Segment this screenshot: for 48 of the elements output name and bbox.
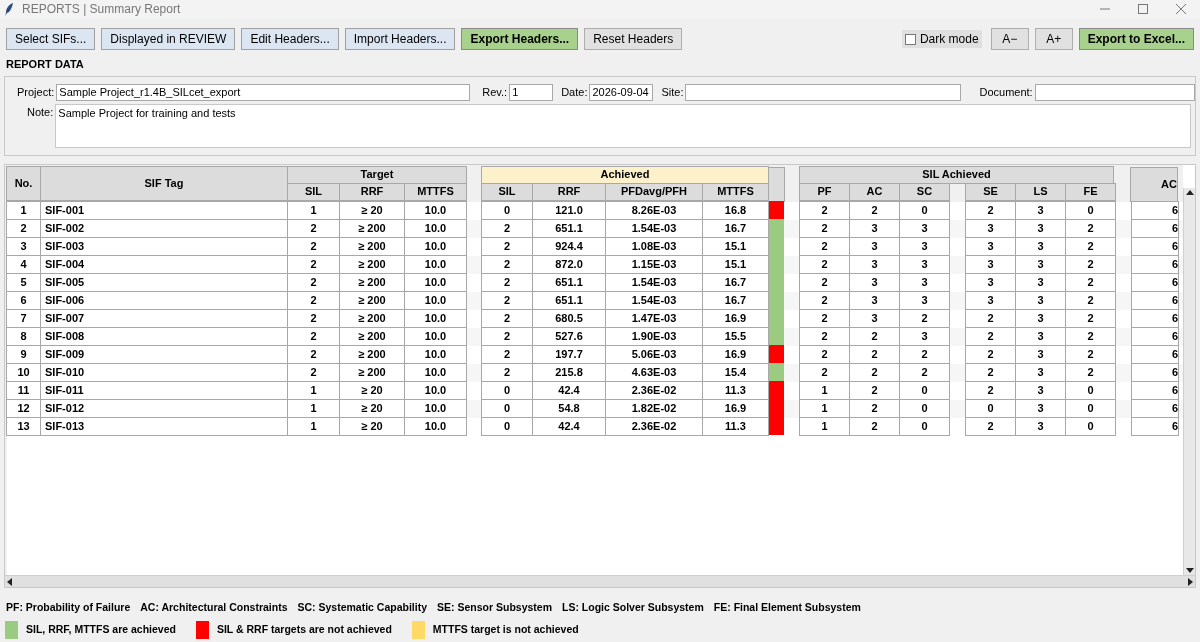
toolbar-button[interactable]: A+ <box>1034 28 1073 50</box>
toolbar-button[interactable]: Import Headers... <box>344 28 456 50</box>
column-header: Target <box>287 165 467 184</box>
scroll-up-icon[interactable] <box>1185 189 1194 195</box>
field-label: Site: <box>661 84 684 100</box>
field-label: Date: <box>561 84 588 100</box>
section-title: REPORT DATA <box>5 57 85 72</box>
vertical-scrollbar[interactable] <box>1183 187 1195 576</box>
feather-icon <box>4 2 14 16</box>
abbreviation-text: PF: Probability of Failure <box>6 600 131 616</box>
scroll-right-icon[interactable] <box>1188 577 1193 586</box>
field-label: Document: <box>979 84 1033 100</box>
toolbar-button[interactable]: Export to Excel... <box>1078 28 1194 50</box>
text-field[interactable] <box>1034 83 1195 101</box>
field-label: Rev.: <box>482 84 508 100</box>
note-field[interactable]: Sample Project for training and tests <box>55 103 1191 148</box>
horizontal-scrollbar[interactable] <box>5 575 1195 588</box>
column-header: No. <box>6 165 41 201</box>
abbreviation-text: AC: Architectural Constraints <box>140 600 288 616</box>
toolbar-button[interactable]: Export Headers... <box>461 28 579 50</box>
dark-mode-checkbox[interactable]: Dark mode <box>901 30 982 48</box>
column-header <box>768 166 785 202</box>
legend-label: SIL, RRF, MTTFS are achieved <box>26 622 176 638</box>
text-field[interactable] <box>685 83 962 101</box>
column-header: Achieved <box>481 165 769 184</box>
legend-label: SIL & RRF targets are not achieved <box>216 622 392 638</box>
legend-label: MTTFS target is not achieved <box>432 622 579 638</box>
field-label: Project: <box>17 84 55 100</box>
maximize-icon[interactable] <box>1138 4 1148 14</box>
toolbar-button[interactable]: Displayed in REVIEW <box>101 28 236 50</box>
toolbar-button[interactable]: Edit Headers... <box>241 28 339 50</box>
toolbar-button[interactable]: Reset Headers <box>584 28 683 50</box>
abbreviation-text: SC: Systematic Capability <box>297 600 428 616</box>
close-icon[interactable] <box>1176 4 1186 14</box>
column-header: SIF Tag <box>40 165 288 201</box>
window-title: REPORTS | Summary Report <box>22 1 181 18</box>
abbreviation-text: FE: Final Element Subsystem <box>713 600 861 616</box>
text-field[interactable]: 1 <box>509 83 554 101</box>
column-header: SIL Achieved <box>799 165 1114 184</box>
abbreviation-text: SE: Sensor Subsystem <box>437 600 552 616</box>
toolbar-button[interactable]: Select SIFs... <box>6 28 96 50</box>
text-field[interactable]: Sample Project_r1.4B_SILcet_export <box>56 83 471 101</box>
text-field[interactable]: 2026-09-04 <box>589 83 654 101</box>
scroll-left-icon[interactable] <box>7 577 12 586</box>
field-label: Note: <box>27 104 54 120</box>
abbreviation-text: LS: Logic Solver Subsystem <box>562 600 704 616</box>
column-header: AC <box>1130 166 1178 202</box>
toolbar-button[interactable]: A− <box>990 28 1029 50</box>
